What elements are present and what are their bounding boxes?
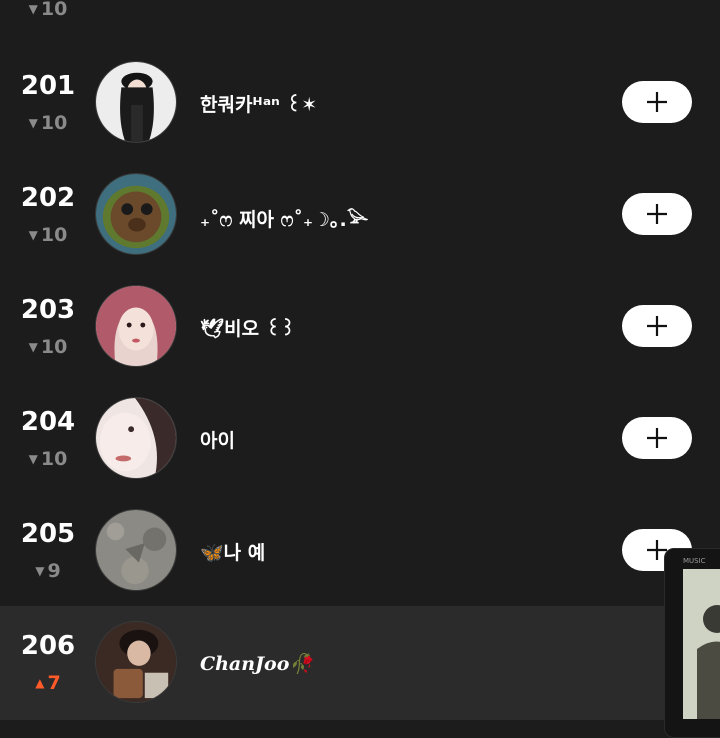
ranking-row[interactable]: 205 ▼ 9 🦋나 예	[0, 494, 720, 606]
rank-change: ▼ 10	[28, 112, 68, 134]
avatar-image	[96, 622, 176, 702]
ranking-row-current-user[interactable]: 206 ▲ 7 ChanJoo🥀	[0, 606, 720, 720]
triangle-down-icon: ▼	[28, 228, 38, 242]
user-name[interactable]: ChanJoo🥀	[200, 652, 313, 675]
avatar-image	[96, 398, 176, 478]
rank-change: ▼ 9	[35, 560, 61, 582]
avatar-image	[96, 62, 176, 142]
mini-player[interactable]: MUSIC	[664, 548, 720, 738]
rank-number: 206	[20, 631, 76, 661]
add-button[interactable]	[622, 193, 692, 235]
add-button[interactable]	[622, 305, 692, 347]
ranking-row[interactable]: ▼ 10	[0, 0, 720, 20]
triangle-down-icon: ▼	[28, 2, 38, 16]
user-name[interactable]: ₊˚ෆ 찌아 ෆ˚₊☽｡.𓅪	[200, 202, 368, 233]
add-button[interactable]	[622, 417, 692, 459]
ranking-row[interactable]: 202 ▼ 10 ₊˚ෆ 찌아 ෆ˚₊☽｡.𓅪	[0, 158, 720, 270]
add-button[interactable]	[622, 81, 692, 123]
plus-icon	[647, 316, 667, 336]
avatar[interactable]	[95, 61, 177, 143]
avatar-image	[96, 286, 176, 366]
avatar[interactable]	[95, 173, 177, 255]
triangle-down-icon: ▼	[28, 116, 38, 130]
rank-number: 203	[20, 295, 76, 325]
user-name[interactable]: 🦋나 예	[200, 538, 265, 565]
rank-change: ▼ 10	[28, 224, 68, 246]
ranking-row[interactable]: 203 ▼ 10 🕊비오 ꒰꒱	[0, 270, 720, 382]
plus-icon	[647, 92, 667, 112]
rank-change: ▼ 10	[28, 448, 68, 470]
rank-number: 204	[20, 407, 76, 437]
rank-number: 205	[20, 519, 76, 549]
avatar[interactable]	[95, 509, 177, 591]
triangle-up-icon: ▲	[35, 676, 45, 690]
triangle-down-icon: ▼	[28, 452, 38, 466]
avatar-image	[96, 510, 176, 590]
user-name[interactable]: 🕊비오 ꒰꒱	[200, 314, 295, 341]
user-name[interactable]: 한쿼카ᴴᵃⁿ ꒰✶	[200, 90, 317, 117]
rank-change: ▼ 10	[28, 336, 68, 358]
triangle-down-icon: ▼	[35, 564, 45, 578]
triangle-down-icon: ▼	[28, 340, 38, 354]
rank-change: ▼ 10	[28, 0, 68, 20]
ranking-row[interactable]: 204 ▼ 10 아이	[0, 382, 720, 494]
plus-icon	[647, 428, 667, 448]
plus-icon	[647, 204, 667, 224]
user-name[interactable]: 아이	[200, 426, 235, 453]
ranking-row[interactable]: 201 ▼ 10 한쿼카ᴴᵃⁿ ꒰✶	[0, 46, 720, 158]
rank-number: 202	[20, 183, 76, 213]
mini-player-artwork	[683, 569, 720, 719]
rank-change: ▲ 7	[35, 672, 61, 694]
rank-number: 201	[20, 71, 76, 101]
avatar[interactable]	[95, 285, 177, 367]
avatar[interactable]	[95, 621, 177, 703]
avatar-image	[96, 174, 176, 254]
ranking-list: ▼ 10 201 ▼ 10 한쿼카ᴴᵃⁿ ꒰✶ 202 ▼ 10 ₊˚ෆ 찌아 ෆ˚₊…	[0, 0, 720, 720]
avatar[interactable]	[95, 397, 177, 479]
